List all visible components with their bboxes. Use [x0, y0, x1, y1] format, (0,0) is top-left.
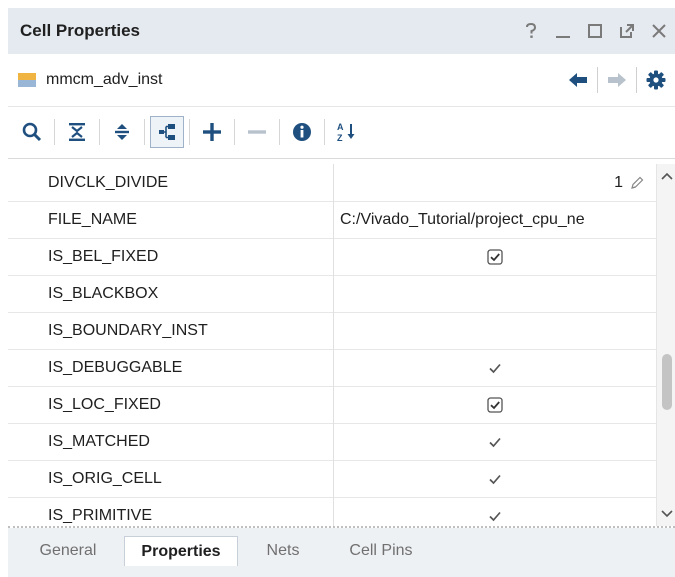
property-name: DIVCLK_DIVIDE — [8, 164, 334, 201]
panel-title-bar: Cell Properties — [8, 8, 675, 54]
property-value-text: C:/Vivado_Tutorial/project_cpu_ne — [340, 210, 585, 228]
add-icon[interactable] — [192, 115, 232, 149]
property-name: IS_BLACKBOX — [8, 275, 334, 312]
property-value[interactable]: 1 — [334, 164, 655, 201]
show-hierarchy-icon[interactable] — [150, 116, 184, 148]
separator — [324, 119, 325, 145]
property-name: IS_BOUNDARY_INST — [8, 312, 334, 349]
property-value[interactable] — [334, 312, 655, 349]
property-value[interactable] — [334, 423, 655, 460]
property-row[interactable]: FILE_NAME C:/Vivado_Tutorial/project_cpu_… — [8, 201, 656, 239]
property-row[interactable]: IS_MATCHED — [8, 423, 656, 461]
vertical-scrollbar[interactable] — [656, 164, 675, 526]
property-value[interactable]: C:/Vivado_Tutorial/project_cpu_ne — [334, 201, 655, 238]
checkmark-icon — [488, 510, 502, 522]
checkmark-icon — [488, 436, 502, 448]
separator — [54, 119, 55, 145]
scroll-up-arrow-icon[interactable] — [661, 172, 673, 180]
property-value-text: 1 — [614, 173, 623, 191]
minimize-icon[interactable] — [547, 22, 579, 40]
property-name: IS_LOC_FIXED — [8, 386, 334, 423]
property-name: IS_DEBUGGABLE — [8, 349, 334, 386]
separator — [189, 119, 190, 145]
properties-table: DIVCLK_DIVIDE 1 FILE_NAME C:/Vivado_Tutoria… — [8, 164, 656, 526]
float-icon[interactable] — [611, 22, 643, 40]
cell-icon — [18, 73, 36, 87]
back-arrow-icon[interactable] — [559, 65, 597, 95]
property-name: IS_BEL_FIXED — [8, 238, 334, 275]
property-row[interactable]: IS_BLACKBOX — [8, 275, 656, 313]
maximize-icon[interactable] — [579, 22, 611, 40]
property-row[interactable]: DIVCLK_DIVIDE 1 — [8, 164, 656, 202]
svg-text:Z: Z — [337, 133, 343, 143]
svg-text:A: A — [337, 122, 344, 132]
tab-general[interactable]: General — [18, 536, 118, 566]
search-icon[interactable] — [12, 115, 52, 149]
scroll-down-arrow-icon[interactable] — [661, 510, 673, 518]
forward-arrow-icon[interactable] — [598, 65, 636, 95]
checkmark-icon — [488, 362, 502, 374]
property-value[interactable] — [334, 460, 655, 497]
info-icon[interactable] — [282, 115, 322, 149]
sort-az-icon[interactable]: A Z — [327, 115, 367, 149]
property-row[interactable]: IS_DEBUGGABLE — [8, 349, 656, 387]
object-row: mmcm_adv_inst — [8, 54, 675, 107]
property-name: IS_MATCHED — [8, 423, 334, 460]
property-value[interactable] — [334, 386, 655, 423]
checkbox-checked-icon[interactable] — [486, 396, 503, 413]
tab-cell-pins[interactable]: Cell Pins — [328, 536, 434, 566]
panel-title: Cell Properties — [20, 21, 140, 40]
bottom-tab-bar: General Properties Nets Cell Pins — [8, 528, 675, 577]
remove-icon[interactable] — [237, 115, 277, 149]
property-name: FILE_NAME — [8, 201, 334, 238]
tab-properties[interactable]: Properties — [124, 536, 238, 566]
property-value[interactable] — [334, 275, 655, 312]
property-row[interactable]: IS_ORIG_CELL — [8, 460, 656, 498]
separator — [279, 119, 280, 145]
separator — [99, 119, 100, 145]
property-row[interactable]: IS_BEL_FIXED — [8, 238, 656, 276]
cell-properties-panel: Cell Properties mmcm_adv_inst A Z DIVCLK… — [0, 0, 675, 577]
property-value[interactable] — [334, 238, 655, 275]
gear-icon[interactable] — [637, 65, 675, 95]
property-value[interactable] — [334, 497, 655, 526]
separator — [234, 119, 235, 145]
pencil-icon[interactable] — [629, 175, 645, 191]
collapse-all-icon[interactable] — [57, 115, 97, 149]
property-row[interactable]: IS_LOC_FIXED — [8, 386, 656, 424]
expand-all-icon[interactable] — [102, 115, 142, 149]
property-name: IS_ORIG_CELL — [8, 460, 334, 497]
tab-nets[interactable]: Nets — [248, 536, 318, 566]
help-icon[interactable] — [515, 22, 547, 40]
property-row[interactable]: IS_BOUNDARY_INST — [8, 312, 656, 350]
object-name: mmcm_adv_inst — [46, 71, 163, 88]
close-icon[interactable] — [643, 22, 675, 40]
scrollbar-thumb[interactable] — [662, 354, 672, 410]
checkmark-icon — [488, 473, 502, 485]
property-row[interactable]: IS_PRIMITIVE — [8, 497, 656, 526]
separator — [144, 119, 145, 145]
properties-toolbar: A Z — [8, 106, 675, 159]
property-value[interactable] — [334, 349, 655, 386]
property-name: IS_PRIMITIVE — [8, 497, 334, 526]
checkbox-checked-icon[interactable] — [486, 248, 503, 265]
